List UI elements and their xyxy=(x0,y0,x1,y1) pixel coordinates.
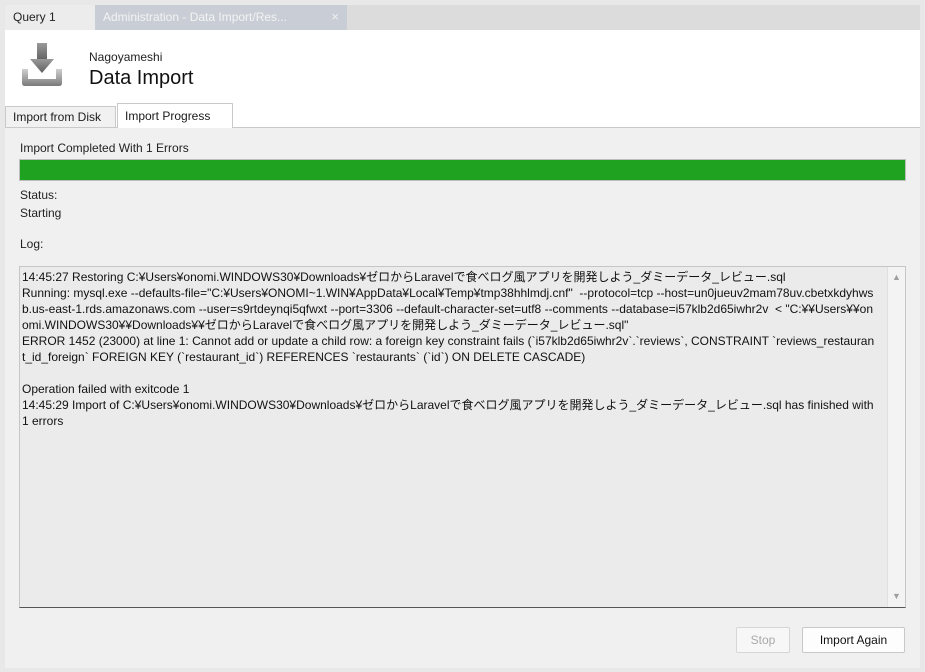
progress-bar-fill xyxy=(20,160,905,180)
status-label: Status: xyxy=(20,188,58,202)
progress-heading: Import Completed With 1 Errors xyxy=(20,141,189,155)
connection-name: Nagoyameshi xyxy=(89,50,163,64)
scroll-down-icon[interactable]: ▼ xyxy=(892,591,901,601)
tab-administration-data-import[interactable]: Administration - Data Import/Res... × xyxy=(95,5,347,30)
tab-import-progress[interactable]: Import Progress xyxy=(117,103,233,128)
tab-import-from-disk[interactable]: Import from Disk xyxy=(5,106,116,127)
data-import-panel: Nagoyameshi Data Import Import from Disk… xyxy=(5,30,920,668)
tab-administration-label: Administration - Data Import/Res... xyxy=(103,10,288,24)
tab-query-1-label: Query 1 xyxy=(13,10,56,24)
log-scrollbar[interactable]: ▲ ▼ xyxy=(887,267,905,607)
close-icon[interactable]: × xyxy=(331,5,339,29)
editor-tab-bar: Query 1 Administration - Data Import/Res… xyxy=(0,0,925,30)
editor-tab-strip: Query 1 Administration - Data Import/Res… xyxy=(5,5,920,30)
tab-query-1[interactable]: Query 1 xyxy=(5,5,95,30)
log-text: 14:45:27 Restoring C:¥Users¥onomi.WINDOW… xyxy=(22,270,875,428)
import-subtabs: Import from Disk Import Progress xyxy=(5,103,920,128)
progress-bar xyxy=(19,159,906,181)
scroll-up-icon[interactable]: ▲ xyxy=(892,272,901,282)
import-again-button[interactable]: Import Again xyxy=(802,627,905,653)
import-progress-content: Import Completed With 1 Errors Status: S… xyxy=(5,128,920,668)
import-download-icon xyxy=(22,43,62,86)
log-textarea[interactable]: 14:45:27 Restoring C:¥Users¥onomi.WINDOW… xyxy=(19,266,906,608)
stop-button[interactable]: Stop xyxy=(736,627,790,653)
status-value: Starting xyxy=(20,206,62,220)
log-label: Log: xyxy=(20,237,44,251)
page-title: Data Import xyxy=(89,67,194,89)
